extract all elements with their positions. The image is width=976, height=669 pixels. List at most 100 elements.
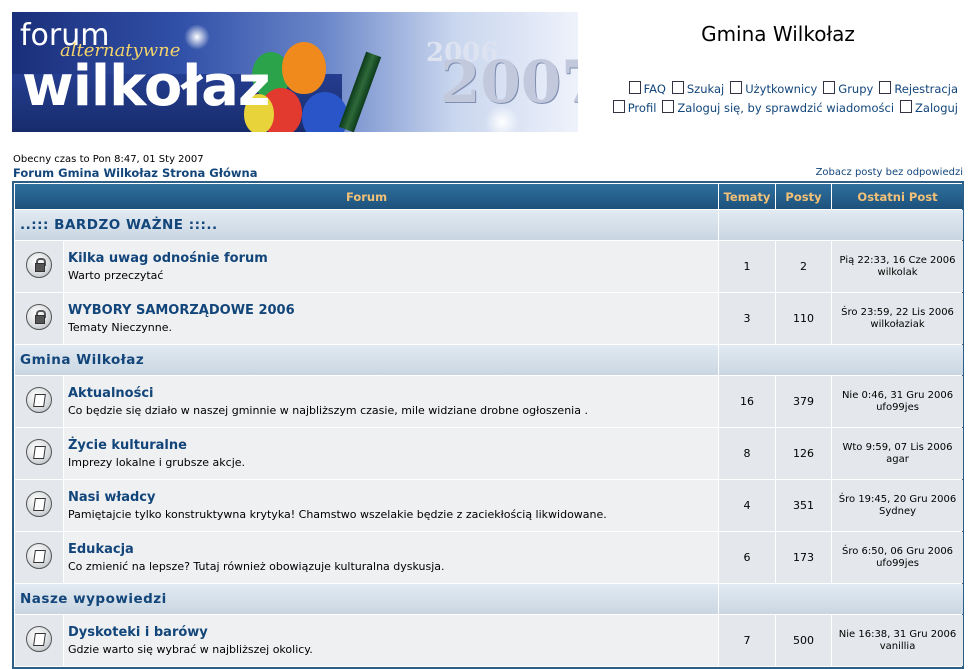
forum-icon-cell	[15, 241, 63, 292]
header-posts: Posty	[776, 184, 832, 209]
nav-link-label: FAQ	[643, 82, 666, 96]
forum-locked-icon	[26, 304, 52, 330]
forum-icon-cell	[15, 428, 63, 479]
last-post-date: Nie 16:38, 31 Gru 2006	[838, 628, 957, 640]
forum-banner[interactable]: forum alternatywne wilkołaz 2006 2007	[12, 12, 578, 132]
forum-description: Co będzie się działo w naszej gminnie w …	[68, 404, 588, 417]
unanswered-posts-link[interactable]: Zobacz posty bez odpowiedzi	[816, 167, 963, 178]
forum-posts-count: 110	[776, 293, 832, 344]
forum-posts-count: 351	[776, 480, 832, 531]
nav-row-secondary: Profil Zaloguj się, by sprawdzić wiadomoś…	[596, 100, 958, 115]
last-post-author-link[interactable]: vanillia	[880, 641, 916, 652]
forum-icon-cell	[15, 293, 63, 344]
forum-title-link[interactable]: Aktualności	[68, 386, 717, 401]
forum-row: WYBORY SAMORZĄDOWE 2006 Tematy Nieczynne.…	[15, 293, 964, 344]
forum-posts-count: 173	[776, 532, 832, 583]
nav-link-row1-3[interactable]: Grupy	[823, 81, 874, 96]
forum-row: Kilka uwag odnośnie forum Warto przeczyta…	[15, 241, 964, 292]
sparkle-decoration	[182, 22, 212, 52]
forum-locked-icon	[26, 252, 52, 278]
forum-info-cell: Kilka uwag odnośnie forum Warto przeczyta…	[64, 241, 719, 292]
forum-topics-count: 16	[719, 376, 776, 427]
last-post-date: Śro 6:50, 06 Gru 2006	[841, 545, 954, 557]
forum-title-link[interactable]: Kilka uwag odnośnie forum	[68, 251, 717, 266]
category-row: Nasze wypowiedzi	[15, 584, 964, 614]
register-icon	[879, 81, 892, 94]
faq-icon	[628, 81, 641, 94]
category-link[interactable]: Nasze wypowiedzi	[16, 591, 167, 607]
forum-row: Nasi władcy Pamiętajcie tylko konstruktyw…	[15, 480, 964, 531]
banner-wilkolaz-text: wilkołaz	[22, 54, 270, 119]
table-header-row: Forum Tematy Posty Ostatni Post	[15, 184, 964, 209]
forum-last-post-cell: Nie 0:46, 31 Gru 2006 ufo99jes	[832, 376, 964, 427]
nav-link-row1-1[interactable]: Szukaj	[671, 81, 725, 96]
last-post-author-link[interactable]: wilkolak	[878, 267, 918, 278]
forum-last-post-cell: Śro 23:59, 22 Lis 2006 wilkołaziak	[832, 293, 964, 344]
forum-description: Tematy Nieczynne.	[68, 321, 172, 334]
breadcrumb-home-link[interactable]: Forum Gmina Wilkołaz Strona Główna	[13, 166, 257, 180]
header-last-post: Ostatni Post	[832, 184, 964, 209]
category-link[interactable]: ..::: BARDZO WAŻNE :::..	[16, 217, 218, 233]
nav-link-label: Profil	[627, 101, 657, 115]
forum-info-cell: Aktualności Co będzie się działo w naszej…	[64, 376, 719, 427]
category-cell: ..::: BARDZO WAŻNE :::..	[15, 210, 719, 240]
forum-last-post-cell: Nie 16:38, 31 Gru 2006 vanillia	[832, 615, 964, 666]
forum-topics-count: 3	[719, 293, 776, 344]
nav-link-row2-0[interactable]: Profil	[612, 100, 657, 115]
category-row: Gmina Wilkołaz	[15, 345, 964, 375]
forum-row: Aktualności Co będzie się działo w naszej…	[15, 376, 964, 427]
forum-info-cell: Nasi władcy Pamiętajcie tylko konstruktyw…	[64, 480, 719, 531]
nav-link-label: Grupy	[838, 82, 874, 96]
last-post-author-link[interactable]: ufo99jes	[876, 402, 919, 413]
champagne-bottle	[338, 51, 382, 132]
category-filler	[719, 210, 964, 240]
forum-icon-cell	[15, 532, 63, 583]
category-filler	[719, 345, 964, 375]
category-row: ..::: BARDZO WAŻNE :::..	[15, 210, 964, 240]
forum-description: Pamiętajcie tylko konstruktywna krytyka!…	[68, 508, 607, 521]
forum-title-link[interactable]: Dyskoteki i barówy	[68, 625, 717, 640]
nav-row-primary: FAQ Szukaj Użytkownicy Grupy Rejestracja	[596, 81, 958, 96]
forum-info-cell: WYBORY SAMORZĄDOWE 2006 Tematy Nieczynne.	[64, 293, 719, 344]
forum-last-post-cell: Wto 9:59, 07 Lis 2006 agar	[832, 428, 964, 479]
last-post-date: Nie 0:46, 31 Gru 2006	[841, 389, 954, 401]
forum-icon-cell	[15, 480, 63, 531]
nav-link-row1-0[interactable]: FAQ	[628, 81, 666, 96]
forum-posts-count: 379	[776, 376, 832, 427]
forum-title-link[interactable]: Nasi władcy	[68, 490, 717, 505]
last-post-author-link[interactable]: wilkołaziak	[870, 319, 924, 330]
last-post-author-link[interactable]: ufo99jes	[876, 558, 919, 569]
forum-description: Gdzie warto się wybrać w najbliższej oko…	[68, 643, 313, 656]
nav-link-row1-2[interactable]: Użytkownicy	[730, 81, 818, 96]
forum-no-new-posts-icon	[26, 387, 52, 413]
nav-link-label: Rejestracja	[894, 82, 958, 96]
nav-link-label: Użytkownicy	[745, 82, 818, 96]
forum-icon-cell	[15, 615, 63, 666]
forum-title-link[interactable]: Życie kulturalne	[68, 438, 717, 453]
category-link[interactable]: Gmina Wilkołaz	[16, 352, 144, 368]
nav-link-row1-4[interactable]: Rejestracja	[879, 81, 958, 96]
forum-posts-count: 500	[776, 615, 832, 666]
forum-no-new-posts-icon	[26, 543, 52, 569]
login-icon	[900, 100, 913, 113]
last-post-author-link[interactable]: Sydney	[879, 506, 916, 517]
forum-no-new-posts-icon	[26, 491, 52, 517]
last-post-date: Pią 22:33, 16 Cze 2006	[839, 254, 956, 266]
forum-title-link[interactable]: WYBORY SAMORZĄDOWE 2006	[68, 303, 717, 318]
forum-row: Dyskoteki i barówy Gdzie warto się wybrać…	[15, 615, 964, 666]
last-post-author-link[interactable]: agar	[886, 454, 909, 465]
forum-index-table: Forum Tematy Posty Ostatni Post ..::: BA…	[12, 181, 964, 669]
nav-link-label: Zaloguj się, by sprawdzić wiadomości	[677, 101, 895, 115]
nav-link-row2-1[interactable]: Zaloguj się, by sprawdzić wiadomości	[662, 100, 895, 115]
last-post-date: Śro 23:59, 22 Lis 2006	[841, 306, 954, 318]
forum-icon-cell	[15, 376, 63, 427]
forum-row: Edukacja Co zmienić na lepsze? Tutaj równ…	[15, 532, 964, 583]
nav-link-label: Szukaj	[686, 82, 725, 96]
category-cell: Gmina Wilkołaz	[15, 345, 719, 375]
nav-link-row2-2[interactable]: Zaloguj	[900, 100, 958, 115]
forum-title-link[interactable]: Edukacja	[68, 542, 717, 557]
last-post-date: Śro 19:45, 20 Gru 2006	[838, 493, 957, 505]
forum-topics-count: 8	[719, 428, 776, 479]
messages-icon	[662, 100, 675, 113]
forum-info-cell: Życie kulturalne Imprezy lokalne i grubsz…	[64, 428, 719, 479]
